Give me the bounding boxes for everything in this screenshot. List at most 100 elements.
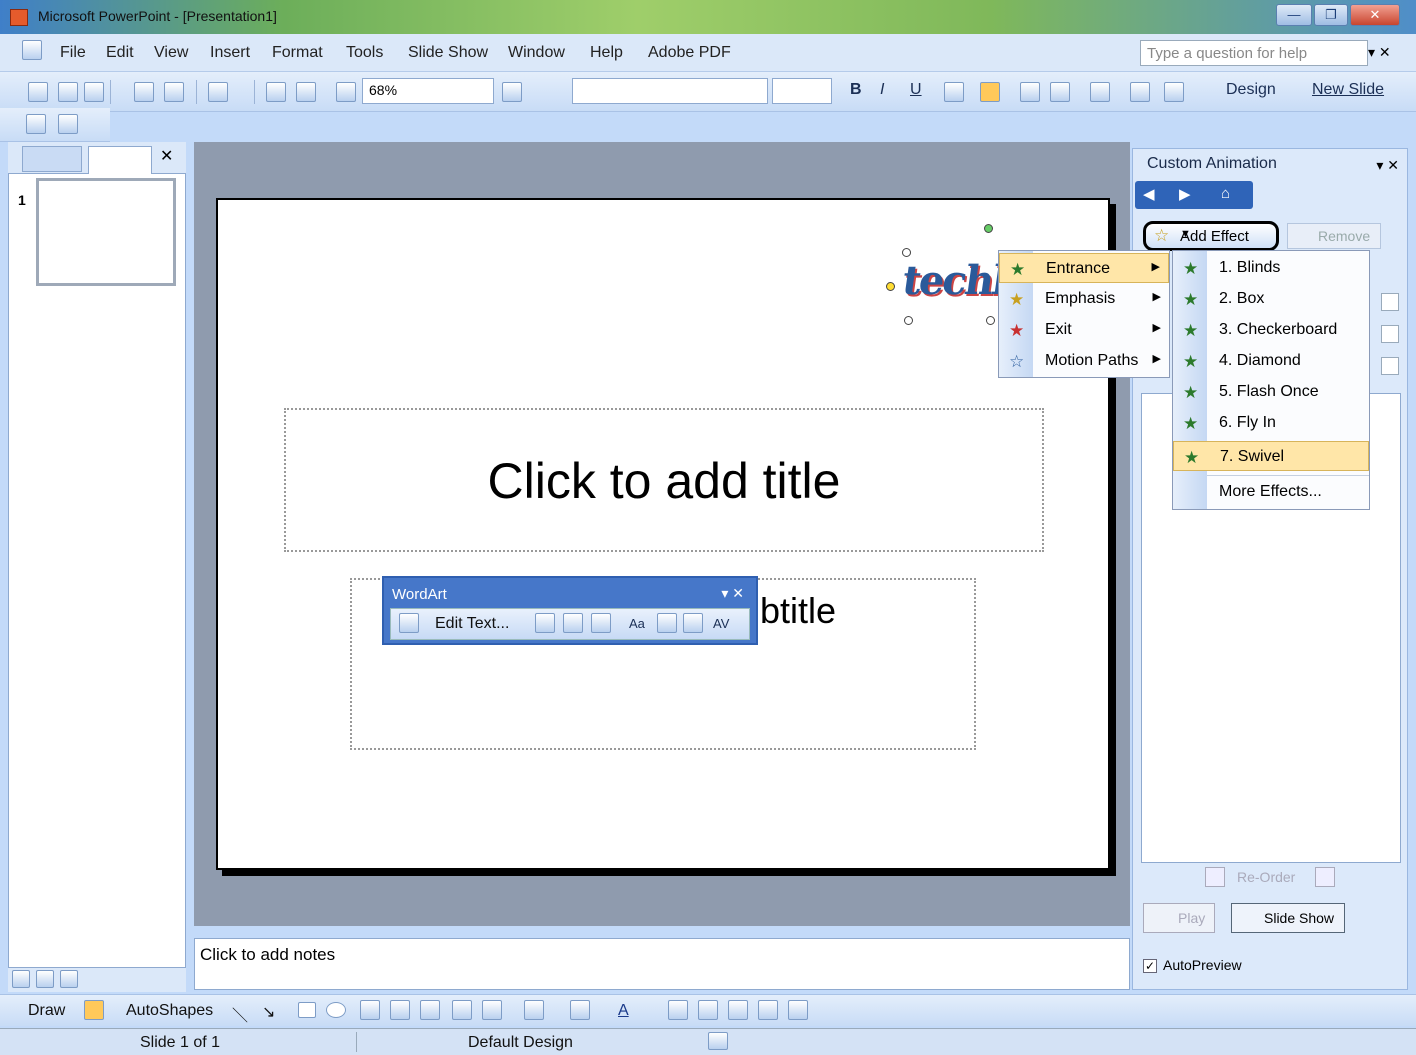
menu-edit[interactable]: Edit <box>106 44 134 62</box>
move-up-icon[interactable] <box>1205 867 1225 887</box>
save-icon[interactable] <box>84 82 104 102</box>
menu-item-swivel[interactable]: ★ 7. Swivel <box>1173 441 1369 471</box>
paste-icon[interactable] <box>164 82 184 102</box>
dash-style-icon[interactable] <box>698 1000 718 1020</box>
menu-view[interactable]: View <box>154 44 188 62</box>
task-pane-close-icon[interactable]: ▾ ✕ <box>1376 157 1399 174</box>
resize-handle[interactable] <box>902 248 911 257</box>
menu-item-exit[interactable]: ★ Exit ▶ <box>999 315 1169 345</box>
font-select[interactable] <box>572 78 768 104</box>
autoshapes-button[interactable]: AutoShapes <box>126 1002 213 1020</box>
new-slide-button[interactable]: New Slide <box>1312 81 1384 99</box>
line-style-icon[interactable] <box>668 1000 688 1020</box>
bullets-icon[interactable] <box>1050 82 1070 102</box>
remove-button[interactable]: Remove <box>1287 223 1381 249</box>
textbox-icon[interactable] <box>360 1000 380 1020</box>
title-placeholder[interactable]: Click to add title <box>284 408 1044 552</box>
menu-adobe-pdf[interactable]: Adobe PDF <box>648 44 731 62</box>
autopreview-checkbox[interactable]: ✓ <box>1143 959 1157 973</box>
numbering-icon[interactable] <box>1020 82 1040 102</box>
menu-item-box[interactable]: ★ 2. Box <box>1173 284 1369 314</box>
rotate-handle[interactable] <box>984 224 993 233</box>
increase-indent-icon[interactable] <box>1164 82 1184 102</box>
home-icon[interactable]: ⌂ <box>1221 185 1230 202</box>
arrow-style-icon[interactable] <box>728 1000 748 1020</box>
slide-sorter-icon[interactable] <box>36 970 54 988</box>
maximize-button[interactable]: ❐ <box>1314 4 1348 26</box>
menu-tools[interactable]: Tools <box>346 44 383 62</box>
character-spacing-button[interactable]: AV <box>713 616 729 631</box>
play-button[interactable]: Play <box>1143 903 1215 933</box>
rectangle-icon[interactable] <box>298 1002 316 1018</box>
select-objects-icon[interactable] <box>84 1000 104 1020</box>
help-dropdown-icon[interactable]: ▾ ✕ <box>1368 44 1391 61</box>
resize-handle[interactable] <box>986 316 995 325</box>
wordart-shape-icon[interactable] <box>591 613 611 633</box>
slides-tab[interactable] <box>88 146 152 174</box>
diagram-icon[interactable] <box>420 1000 440 1020</box>
menu-item-fly-in[interactable]: ★ 6. Fly In <box>1173 408 1369 438</box>
wordart-object[interactable]: techl <box>898 257 1008 315</box>
align-center-icon[interactable] <box>980 82 1000 102</box>
vertical-text-icon[interactable] <box>657 613 677 633</box>
move-down-icon[interactable] <box>1315 867 1335 887</box>
pdf-email-icon[interactable] <box>58 114 78 134</box>
menu-item-blinds[interactable]: ★ 1. Blinds <box>1173 253 1369 283</box>
menu-item-emphasis[interactable]: ★ Emphasis ▶ <box>999 284 1169 314</box>
close-pane-icon[interactable]: ✕ <box>160 146 173 166</box>
align-left-icon[interactable] <box>944 82 964 102</box>
slide-thumbnail[interactable] <box>36 178 176 286</box>
menu-file[interactable]: File <box>60 44 86 62</box>
menu-item-diamond[interactable]: ★ 4. Diamond <box>1173 346 1369 376</box>
line-color-icon[interactable] <box>570 1000 590 1020</box>
help-search-input[interactable]: Type a question for help <box>1140 40 1368 66</box>
wordart-toolbar[interactable]: WordArt ▾ ✕ Edit Text... Aa AV <box>382 576 758 645</box>
menu-insert[interactable]: Insert <box>210 44 250 62</box>
italic-button[interactable]: I <box>880 81 884 99</box>
picture-icon[interactable] <box>482 1000 502 1020</box>
draw-menu-button[interactable]: Draw <box>28 1002 65 1020</box>
pdf-convert-icon[interactable] <box>26 114 46 134</box>
outline-tab[interactable] <box>22 146 82 172</box>
fill-color-icon[interactable] <box>524 1000 544 1020</box>
underline-button[interactable]: U <box>910 81 922 99</box>
menu-help[interactable]: Help <box>590 44 623 62</box>
adjust-handle[interactable] <box>886 282 895 291</box>
undo-icon[interactable] <box>208 82 228 102</box>
dropdown-icon[interactable] <box>1381 293 1399 311</box>
font-color-icon[interactable]: A <box>618 1002 629 1020</box>
table-icon[interactable] <box>296 82 316 102</box>
minimize-button[interactable]: — <box>1276 4 1312 26</box>
font-size-increase-icon[interactable] <box>1090 82 1110 102</box>
spelling-icon[interactable] <box>708 1032 728 1050</box>
alignment-icon[interactable] <box>683 613 703 633</box>
notes-pane[interactable]: Click to add notes <box>194 938 1130 990</box>
shadow-icon[interactable] <box>758 1000 778 1020</box>
powerpoint-app-icon[interactable] <box>10 9 28 26</box>
decrease-indent-icon[interactable] <box>1130 82 1150 102</box>
menu-item-flash-once[interactable]: ★ 5. Flash Once <box>1173 377 1369 407</box>
line-icon[interactable]: ＼ <box>232 1002 248 1026</box>
font-size-select[interactable] <box>772 78 832 104</box>
menu-item-entrance[interactable]: ★ Entrance ▶ <box>999 253 1169 283</box>
menu-format[interactable]: Format <box>272 44 323 62</box>
document-icon[interactable] <box>22 40 42 60</box>
help-icon[interactable] <box>502 82 522 102</box>
new-icon[interactable] <box>28 82 48 102</box>
menu-slide-show[interactable]: Slide Show <box>408 44 488 62</box>
close-button[interactable]: ✕ <box>1350 4 1400 26</box>
design-button[interactable]: Design <box>1226 81 1276 99</box>
same-height-button[interactable]: Aa <box>629 616 645 631</box>
menu-item-motion-paths[interactable]: ☆ Motion Paths ▶ <box>999 346 1169 376</box>
menu-item-more-effects[interactable]: More Effects... <box>1173 477 1369 507</box>
3d-style-icon[interactable] <box>788 1000 808 1020</box>
zoom-select[interactable]: 68% <box>362 78 494 104</box>
copy-icon[interactable] <box>134 82 154 102</box>
wordart-gallery-icon[interactable] <box>535 613 555 633</box>
dropdown-icon[interactable] <box>1381 325 1399 343</box>
open-icon[interactable] <box>58 82 78 102</box>
wordart-toolbar-close-icon[interactable]: ▾ ✕ <box>721 585 744 602</box>
slide-show-button[interactable]: Slide Show <box>1231 903 1345 933</box>
add-effect-button[interactable]: ☆ Add Effect ▼ <box>1143 221 1279 251</box>
format-wordart-icon[interactable] <box>563 613 583 633</box>
